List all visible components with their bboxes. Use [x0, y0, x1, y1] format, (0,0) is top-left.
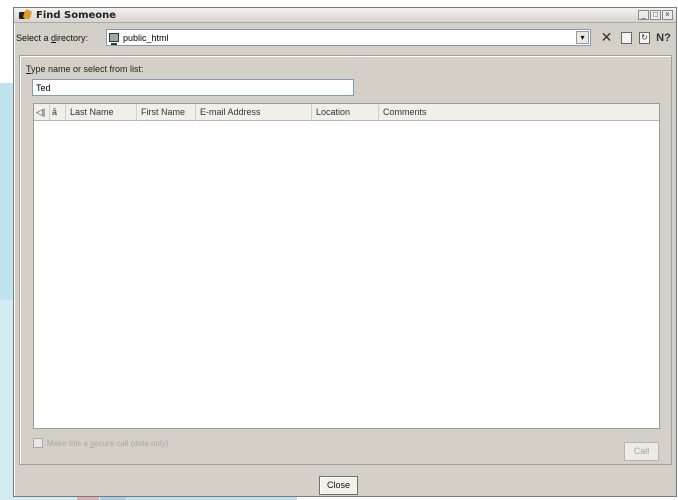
window-title: Find Someone [36, 9, 117, 21]
close-button[interactable]: Close [319, 476, 358, 495]
contact-list[interactable]: ◁| ā Last Name First Name E-mail Address… [33, 103, 660, 429]
secure-call-checkbox[interactable] [33, 438, 43, 448]
refresh-icon: ↻ [639, 31, 650, 44]
properties-icon [621, 31, 632, 44]
list-header: ◁| ā Last Name First Name E-mail Address… [34, 104, 659, 121]
properties-button[interactable] [618, 29, 635, 46]
column-header-type-icon[interactable]: ā [50, 104, 66, 121]
column-header-location[interactable]: Location [312, 104, 379, 121]
title-bar: Find Someone _ □ × [14, 8, 676, 23]
window-controls: _ □ × [638, 10, 673, 20]
help-icon: N? [656, 31, 671, 44]
call-button[interactable]: Call [624, 442, 659, 461]
column-header-first-name[interactable]: First Name [137, 104, 196, 121]
column-header-last-name[interactable]: Last Name [66, 104, 137, 121]
column-header-email[interactable]: E-mail Address [196, 104, 312, 121]
phone-icon [18, 10, 32, 21]
secure-call-option[interactable]: Make this a secure call (data only) [33, 438, 168, 448]
search-input[interactable] [32, 79, 354, 96]
column-header-comments[interactable]: Comments [379, 104, 660, 121]
column-header-call-icon[interactable]: ◁| [34, 104, 50, 121]
directory-value: public_html [123, 32, 169, 43]
minimize-button[interactable]: _ [638, 10, 649, 20]
delete-icon: ✕ [600, 29, 613, 45]
chevron-down-icon[interactable]: ▾ [576, 31, 589, 44]
maximize-button[interactable]: □ [650, 10, 661, 20]
secure-call-label: Make this a secure call (data only) [47, 438, 169, 448]
directory-label: Select a directory: [16, 33, 89, 43]
directory-select[interactable]: public_html ▾ [106, 29, 591, 46]
refresh-button[interactable]: ↻ [636, 29, 653, 46]
delete-button[interactable]: ✕ [598, 29, 615, 46]
help-button[interactable]: N? [655, 29, 672, 46]
list-body[interactable] [34, 122, 659, 428]
search-label: Type name or select from list: [26, 64, 144, 74]
directory-row: Select a directory: public_html ▾ ✕ ↻ N? [14, 27, 676, 49]
close-window-button[interactable]: × [662, 10, 673, 20]
computer-icon [109, 33, 119, 45]
find-someone-dialog: Find Someone _ □ × Select a directory: p… [13, 7, 677, 497]
